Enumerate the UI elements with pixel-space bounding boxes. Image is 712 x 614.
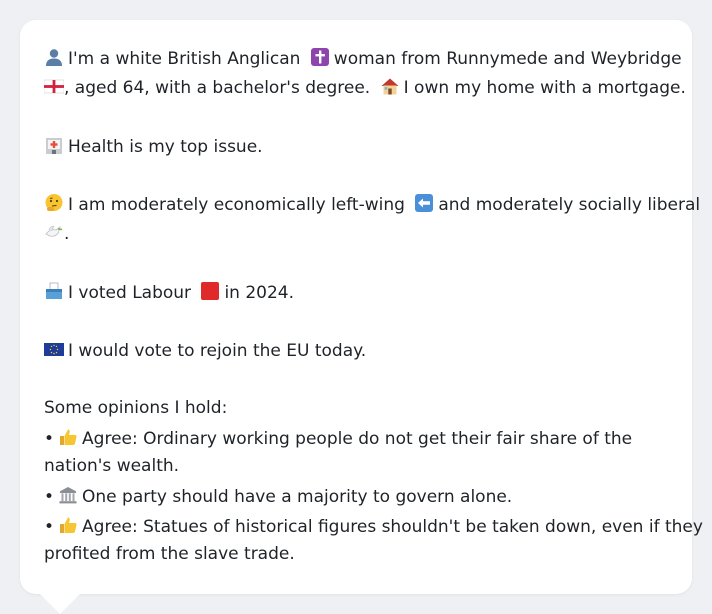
- identity-line-2: , aged 64, with a bachelor's degree. I o…: [44, 76, 686, 98]
- opinion-3-line-1: • Agree: Statues of historical figures s…: [44, 517, 703, 537]
- opinions-header: Some opinions I hold:: [44, 398, 228, 418]
- opinion-3-line-2: profited from the slave trade.: [44, 544, 295, 564]
- eu-flag-icon: [44, 343, 64, 356]
- house-icon: [381, 78, 399, 95]
- england-flag-icon: [44, 79, 64, 94]
- message-bubble: I'm a white British Anglican woman from …: [20, 20, 703, 594]
- latin-cross-icon: [310, 48, 329, 66]
- opinion-1-line-2: nation's wealth.: [44, 456, 180, 476]
- classical-building-icon: [59, 487, 77, 504]
- hospital-icon: [46, 138, 62, 154]
- left-arrow-icon: [415, 194, 434, 212]
- thumbs-up-icon: [60, 517, 77, 533]
- ideology-line-2: .: [44, 222, 69, 244]
- thinking-face-icon: [45, 194, 63, 211]
- person-icon: [46, 49, 62, 66]
- ballot-box-icon: [46, 282, 62, 299]
- red-square-icon: [201, 282, 220, 300]
- bubble-tail: [40, 594, 80, 614]
- opinion-2: • One party should have a majority to go…: [44, 487, 513, 507]
- eu-line: I would vote to rejoin the EU today.: [44, 339, 366, 361]
- dove-icon: [45, 226, 63, 237]
- vote-line: I voted Labour in 2024.: [44, 281, 294, 303]
- identity-line-1: I'm a white British Anglican woman from …: [44, 47, 682, 69]
- ideology-line-1: I am moderately economically left-wing a…: [44, 193, 700, 215]
- thumbs-up-icon: [60, 429, 77, 445]
- health-line: Health is my top issue.: [44, 135, 263, 157]
- opinion-1-line-1: • Agree: Ordinary working people do not …: [44, 429, 633, 449]
